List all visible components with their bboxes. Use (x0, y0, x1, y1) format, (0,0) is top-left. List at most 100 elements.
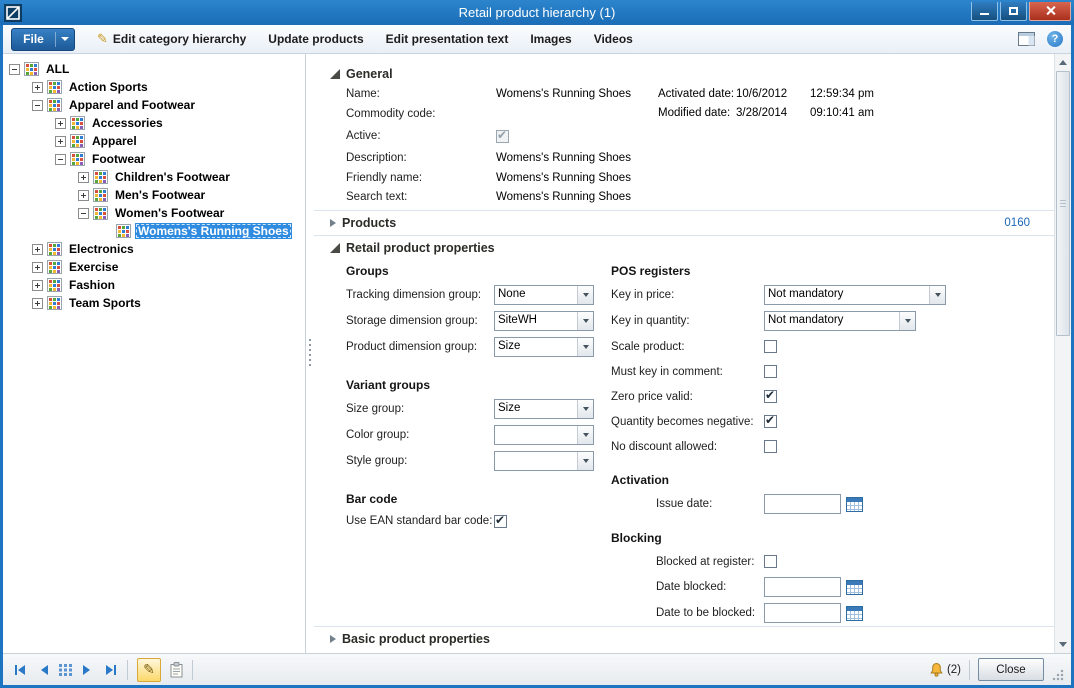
product-dimension-group-select[interactable]: Size (494, 337, 594, 357)
no-discount-allowed-checkbox[interactable] (764, 440, 777, 453)
tree-item-exercise[interactable]: Exercise (3, 258, 305, 276)
style-group-select[interactable] (494, 451, 594, 471)
file-menu-button[interactable]: File (11, 28, 75, 51)
detail-form-panel: General Name: Womens's Running Shoes Com… (314, 54, 1071, 653)
size-group-select[interactable]: Size (494, 399, 594, 419)
storage-dimension-group-select[interactable]: SiteWH (494, 311, 594, 331)
scrollbar-thumb[interactable] (1056, 71, 1070, 336)
expand-icon[interactable] (78, 172, 89, 183)
grid-view-button[interactable] (59, 664, 72, 676)
tree-item-apparel[interactable]: Apparel (3, 132, 305, 150)
scroll-up-button[interactable] (1055, 54, 1071, 71)
dropdown-arrow-icon (577, 426, 593, 444)
calendar-icon[interactable] (846, 580, 863, 595)
tree-item-team-sports[interactable]: Team Sports (3, 294, 305, 312)
modified-date-value: 3/28/2014 (736, 107, 810, 119)
statusbar: ✎ (2) Close (3, 653, 1071, 685)
tree-item-womens-footwear[interactable]: Women's Footwear (3, 204, 305, 222)
field-label: Tracking dimension group: (346, 289, 494, 301)
previous-record-button[interactable] (38, 664, 50, 676)
date-to-be-blocked-input[interactable] (764, 603, 841, 623)
menu-item-label: Update products (268, 32, 363, 46)
resize-grip[interactable] (1052, 668, 1065, 681)
layout-pane-icon[interactable] (1018, 32, 1035, 46)
field-row: Product dimension group: Size (346, 334, 611, 360)
tree-item-womens-running-shoes[interactable]: Womens's Running Shoes (3, 222, 305, 240)
zero-price-valid-checkbox[interactable] (764, 390, 777, 403)
field-label: Friendly name: (346, 172, 496, 184)
close-button[interactable]: Close (978, 658, 1044, 681)
statusbar-right: (2) Close (929, 658, 1065, 681)
expand-icon[interactable] (32, 244, 43, 255)
menu-item-images[interactable]: Images (530, 32, 571, 46)
field-row: Active: (346, 124, 1054, 148)
pencil-icon: ✎ (97, 31, 108, 47)
retail-right-column: POS registers Key in price: Not mandator… (611, 260, 1054, 626)
help-icon[interactable]: ? (1047, 31, 1063, 47)
expand-icon[interactable] (78, 190, 89, 201)
products-count-link[interactable]: 0160 (1004, 217, 1030, 229)
tree-item-footwear[interactable]: Footwear (3, 150, 305, 168)
menu-item-update-products[interactable]: Update products (268, 32, 363, 46)
collapse-icon[interactable] (32, 100, 43, 111)
must-key-in-comment-checkbox[interactable] (764, 365, 777, 378)
field-row: Color group: (346, 422, 611, 448)
search-text-value: Womens's Running Shoes (496, 191, 631, 203)
document-handling-button[interactable] (170, 662, 183, 678)
collapse-icon[interactable] (9, 64, 20, 75)
category-icon (47, 98, 62, 112)
expand-icon[interactable] (32, 298, 43, 309)
tree-item-apparel-and-footwear[interactable]: Apparel and Footwear (3, 96, 305, 114)
notifications-button[interactable]: (2) (929, 662, 961, 677)
field-label: Style group: (346, 455, 494, 467)
general-section-header[interactable]: General (314, 63, 1054, 84)
edit-record-button[interactable]: ✎ (137, 658, 161, 682)
menu-item-edit-presentation-text[interactable]: Edit presentation text (386, 32, 509, 46)
tracking-dimension-group-select[interactable]: None (494, 285, 594, 305)
first-record-button[interactable] (13, 664, 29, 676)
menu-item-label: Edit presentation text (386, 32, 509, 46)
vertical-scrollbar[interactable] (1054, 54, 1071, 653)
key-in-quantity-select[interactable]: Not mandatory (764, 311, 916, 331)
friendly-name-value: Womens's Running Shoes (496, 172, 631, 184)
next-record-button[interactable] (81, 664, 93, 676)
retail-properties-section-header[interactable]: Retail product properties (314, 235, 1054, 260)
field-row: Must key in comment: (611, 359, 1054, 384)
blocked-at-register-checkbox[interactable] (764, 555, 777, 568)
tree-item-childrens-footwear[interactable]: Children's Footwear (3, 168, 305, 186)
tree-item-all[interactable]: ALL (3, 60, 305, 78)
window-title: Retail product hierarchy (1) (0, 5, 1074, 20)
scale-product-checkbox[interactable] (764, 340, 777, 353)
menubar-right: ? (1018, 31, 1063, 47)
expand-icon[interactable] (32, 262, 43, 273)
field-row: Size group: Size (346, 396, 611, 422)
calendar-icon[interactable] (846, 497, 863, 512)
tree-item-accessories[interactable]: Accessories (3, 114, 305, 132)
menu-item-edit-category-hierarchy[interactable]: ✎ Edit category hierarchy (97, 31, 246, 47)
date-blocked-input[interactable] (764, 577, 841, 597)
field-row: Key in price: Not mandatory (611, 282, 1054, 308)
panel-splitter[interactable] (305, 54, 314, 653)
tree-item-fashion[interactable]: Fashion (3, 276, 305, 294)
products-section-header[interactable]: Products 0160 (314, 210, 1054, 235)
scroll-down-button[interactable] (1055, 636, 1071, 653)
collapse-icon[interactable] (78, 208, 89, 219)
tree-item-electronics[interactable]: Electronics (3, 240, 305, 258)
issue-date-input[interactable] (764, 494, 841, 514)
category-icon (93, 206, 108, 220)
quantity-becomes-negative-checkbox[interactable] (764, 415, 777, 428)
basic-properties-section-header[interactable]: Basic product properties (314, 626, 1054, 651)
last-record-button[interactable] (102, 664, 118, 676)
key-in-price-select[interactable]: Not mandatory (764, 285, 946, 305)
tree-item-mens-footwear[interactable]: Men's Footwear (3, 186, 305, 204)
expand-icon[interactable] (32, 82, 43, 93)
color-group-select[interactable] (494, 425, 594, 445)
use-ean-barcode-checkbox[interactable] (494, 515, 507, 528)
expand-icon[interactable] (55, 118, 66, 129)
collapse-icon[interactable] (55, 154, 66, 165)
expand-icon[interactable] (55, 136, 66, 147)
calendar-icon[interactable] (846, 606, 863, 621)
menu-item-videos[interactable]: Videos (594, 32, 633, 46)
expand-icon[interactable] (32, 280, 43, 291)
tree-item-action-sports[interactable]: Action Sports (3, 78, 305, 96)
